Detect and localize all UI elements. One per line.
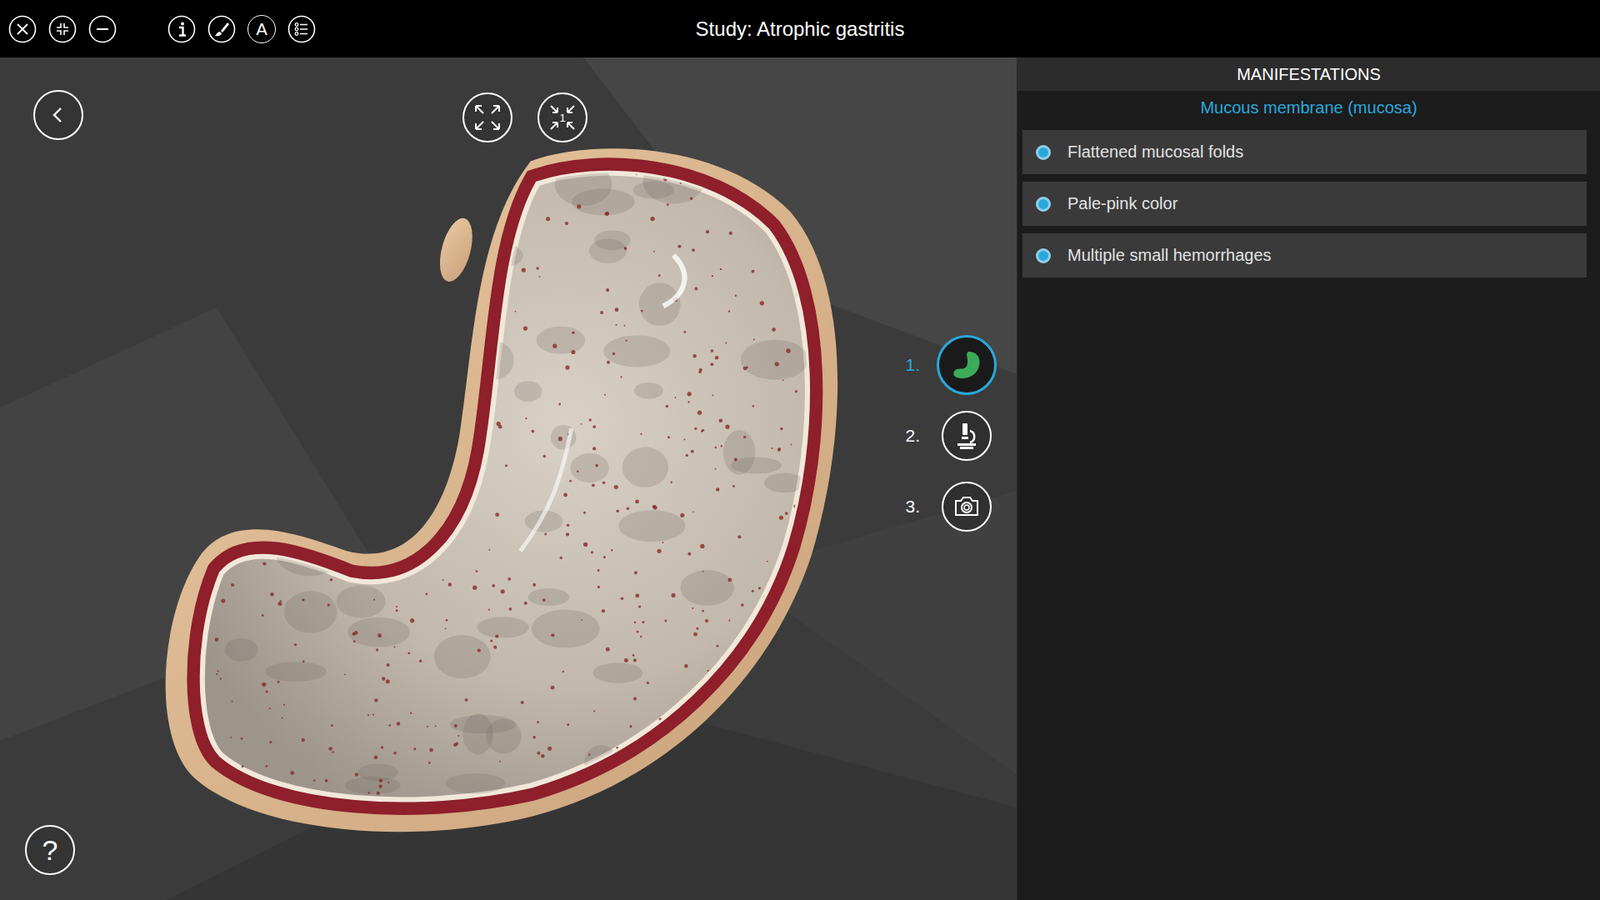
manifestation-label: Flattened mucosal folds <box>1067 142 1244 162</box>
help-button[interactable]: ? <box>25 825 75 875</box>
fit-all-button[interactable] <box>462 92 513 143</box>
window-controls <box>8 15 117 44</box>
section-title: Mucous membrane (mucosa) <box>1017 90 1600 125</box>
list-icon <box>287 15 316 44</box>
toggle-dot-icon[interactable] <box>1035 196 1051 212</box>
font-button-label: A <box>255 20 268 38</box>
fit-one-label: 1 <box>559 111 565 125</box>
list-button[interactable] <box>287 15 316 44</box>
close-icon <box>8 15 37 44</box>
info-icon <box>167 15 196 44</box>
camera-icon <box>951 491 982 522</box>
toggle-dot-icon[interactable] <box>1035 145 1051 160</box>
minimize-button[interactable] <box>88 15 117 44</box>
expand-icon <box>472 102 503 133</box>
panel-title: MANIFESTATIONS <box>1017 57 1600 91</box>
view-mode-item[interactable]: 1. <box>905 335 997 395</box>
toggle-dot-icon[interactable] <box>1035 248 1051 264</box>
manifestation-list: Flattened mucosal folds Pale-pink color … <box>1017 124 1600 278</box>
view-mode-item[interactable]: 3. <box>905 476 997 537</box>
view-mode-number: 2. <box>905 425 920 446</box>
collapse-button[interactable] <box>48 15 77 44</box>
toolbar: A <box>0 15 696 44</box>
back-button[interactable] <box>33 90 84 140</box>
view-mode-button[interactable] <box>936 335 997 395</box>
view-mode-number: 1. <box>905 355 920 375</box>
manifestation-label: Multiple small hemorrhages <box>1067 245 1272 265</box>
view-mode-button[interactable] <box>941 410 992 461</box>
stomach-model[interactable] <box>0 57 1017 900</box>
close-button[interactable] <box>8 15 37 44</box>
manifestation-item[interactable]: Multiple small hemorrhages <box>1022 233 1587 278</box>
chevron-left-icon <box>46 103 70 127</box>
help-label: ? <box>42 835 59 865</box>
microscope-icon <box>951 420 982 451</box>
collapse-icon <box>48 15 77 44</box>
manifestation-label: Pale-pink color <box>1067 194 1178 214</box>
view-fit-controls: 1 <box>462 92 588 143</box>
workspace: 1 1. 2. 3. ? MANIFESTATIONS Mucous membr… <box>0 57 1600 900</box>
font-button[interactable]: A <box>247 15 276 44</box>
view-mode-number: 3. <box>905 496 920 517</box>
manifestation-item[interactable]: Flattened mucosal folds <box>1022 130 1587 175</box>
minus-icon <box>88 15 117 44</box>
top-bar: A Study: Atrophic gastritis <box>0 0 1600 58</box>
app-window: A Study: Atrophic gastritis 1 1. 2. 3. ?… <box>0 0 1600 900</box>
view-mode-list: 1. 2. 3. <box>905 335 997 537</box>
model-viewport[interactable]: 1 1. 2. 3. ? <box>0 57 1017 900</box>
manifestation-item[interactable]: Pale-pink color <box>1022 181 1587 226</box>
view-mode-button[interactable] <box>941 481 992 532</box>
manifestations-panel: MANIFESTATIONS Mucous membrane (mucosa) … <box>1016 57 1600 900</box>
stomach-icon <box>950 348 984 382</box>
view-mode-item[interactable]: 2. <box>905 405 997 466</box>
info-button[interactable] <box>167 15 196 44</box>
window-title: Study: Atrophic gastritis <box>695 17 905 41</box>
study-tools: A <box>167 15 316 44</box>
brush-icon <box>207 15 236 44</box>
paint-button[interactable] <box>207 15 236 44</box>
fit-one-button[interactable]: 1 <box>537 92 588 143</box>
